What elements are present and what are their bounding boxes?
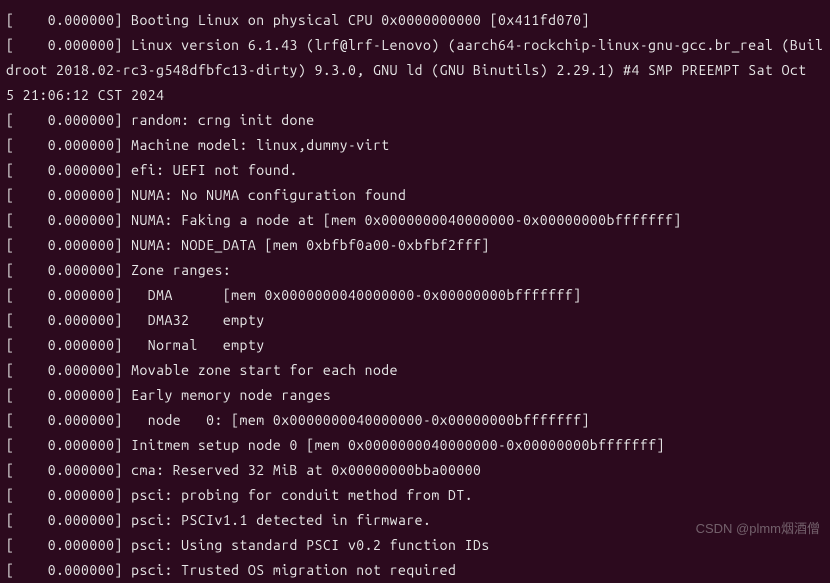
log-line: [ 0.000000] efi: UEFI not found. xyxy=(6,158,824,183)
log-line: [ 0.000000] psci: Trusted OS migration n… xyxy=(6,558,824,583)
log-line: [ 0.000000] NUMA: NODE_DATA [mem 0xbfbf0… xyxy=(6,233,824,258)
log-line: [ 0.000000] Initmem setup node 0 [mem 0x… xyxy=(6,433,824,458)
log-line: [ 0.000000] Linux version 6.1.43 (lrf@lr… xyxy=(6,33,824,108)
log-line: [ 0.000000] Movable zone start for each … xyxy=(6,358,824,383)
log-line: [ 0.000000] Machine model: linux,dummy-v… xyxy=(6,133,824,158)
log-line: [ 0.000000] cma: Reserved 32 MiB at 0x00… xyxy=(6,458,824,483)
log-line: [ 0.000000] psci: probing for conduit me… xyxy=(6,483,824,508)
log-line: [ 0.000000] random: crng init done xyxy=(6,108,824,133)
log-line: [ 0.000000] NUMA: No NUMA configuration … xyxy=(6,183,824,208)
log-line: [ 0.000000] DMA32 empty xyxy=(6,308,824,333)
log-line: [ 0.000000] Normal empty xyxy=(6,333,824,358)
log-line: [ 0.000000] Early memory node ranges xyxy=(6,383,824,408)
log-line: [ 0.000000] DMA [mem 0x0000000040000000-… xyxy=(6,283,824,308)
watermark-text: CSDN @plmm烟酒僧 xyxy=(696,516,820,541)
log-line: [ 0.000000] NUMA: Faking a node at [mem … xyxy=(6,208,824,233)
log-line: [ 0.000000] Booting Linux on physical CP… xyxy=(6,8,824,33)
log-line: [ 0.000000] Zone ranges: xyxy=(6,258,824,283)
log-line: [ 0.000000] node 0: [mem 0x0000000040000… xyxy=(6,408,824,433)
terminal-output[interactable]: [ 0.000000] Booting Linux on physical CP… xyxy=(6,8,824,583)
